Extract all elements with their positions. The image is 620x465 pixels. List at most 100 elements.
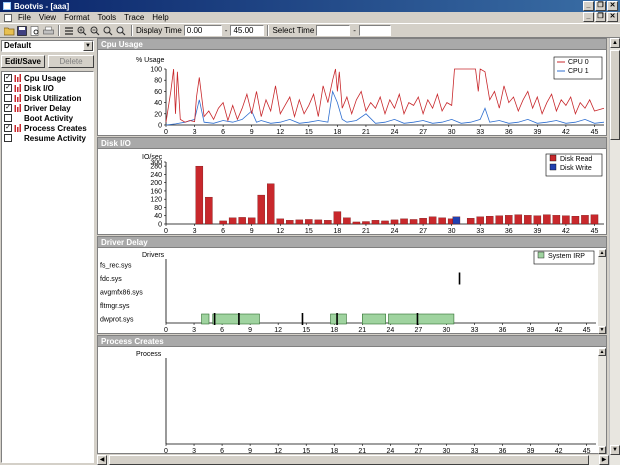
x-tick-label: 21 [358,448,366,454]
menu-bar: File View Format Tools Trace Help _ ❐ ✕ [0,12,620,23]
driver-delay-panel: Driver Delay 0 3 6 9 12 15 18 21 24 27 30 33 36 39 42 4… [97,236,607,334]
x-tick-label: 45 [591,228,599,235]
child-close-button[interactable]: ✕ [607,12,618,22]
scroll-down-icon[interactable]: ▼ [598,446,606,454]
system-irp-span [388,313,455,325]
scroll-thumb[interactable] [610,50,620,140]
scroll-down-icon[interactable]: ▼ [610,445,620,455]
print-preview-icon[interactable] [29,25,41,37]
legend-label: Disk Read [560,156,592,163]
bar-chart-icon [14,84,22,92]
disk-bar [314,219,323,225]
disk-bar [247,217,256,225]
title-bar[interactable]: Bootvis - [aaa] _ ❐ ✕ [0,0,620,12]
disk-bar [295,219,304,225]
menu-tools[interactable]: Tools [93,13,120,22]
blank-icon [14,114,22,122]
graph-list-item[interactable]: Resume Activity [2,133,93,143]
delete-button[interactable]: Delete [48,55,94,68]
x-tick-label: 12 [274,327,282,334]
select-time-from-input[interactable] [316,25,351,36]
process-creates-scrollbar[interactable]: ▲ ▼ [598,348,606,454]
graph-checkbox[interactable] [4,94,12,102]
scroll-up-icon[interactable]: ▲ [610,38,620,48]
y-tick-label: 40 [154,213,162,220]
main-vertical-scrollbar[interactable]: ▲ ▼ [609,38,620,465]
edit-save-button[interactable]: Edit/Save [1,55,45,68]
x-tick-label: 6 [220,448,224,454]
driver-delay-scrollbar[interactable]: ▲ ▼ [598,249,606,334]
menu-help[interactable]: Help [148,13,172,22]
graph-list-item[interactable]: ✓ Disk I/O [2,83,93,93]
profile-dropdown[interactable]: Default ▼ [1,40,94,52]
menu-file[interactable]: File [14,13,35,22]
scroll-up-icon[interactable]: ▲ [598,249,606,257]
menu-view[interactable]: View [35,13,60,22]
graph-checkbox[interactable]: ✓ [4,124,12,132]
graph-list-item[interactable]: ✓ Cpu Usage [2,73,93,83]
print-icon[interactable] [42,25,54,37]
restore-button[interactable]: ❐ [595,1,606,11]
graph-list-item[interactable]: Boot Activity [2,113,93,123]
window-title: Bootvis - [aaa] [14,1,70,11]
list-view-icon[interactable] [63,25,75,37]
graph-checkbox[interactable]: ✓ [4,74,12,82]
zoom-in-icon[interactable] [76,25,88,37]
disk-bar [343,217,351,225]
close-button[interactable]: ✕ [607,1,618,11]
x-tick-label: 18 [333,228,341,235]
x-tick-label: 6 [221,129,225,136]
process-creates-chart[interactable]: 0 3 6 9 12 15 18 21 24 27 30 33 36 39 42 45Process [98,348,598,454]
graph-checkbox[interactable] [4,134,12,142]
driver-delay-chart[interactable]: 0 3 6 9 12 15 18 21 24 27 30 33 36 39 42 45Driversfs_re… [98,249,598,334]
driver-delay-marker [416,313,419,325]
disk-io-chart[interactable]: 0 3 6 9 12 15 18 21 24 27 30 33 36 39 42 45040801201602… [98,150,606,235]
dropdown-arrow-icon[interactable]: ▼ [83,41,93,51]
y-tick-label: 120 [150,197,162,204]
main-horizontal-scrollbar[interactable]: ◀ ▶ [97,455,609,465]
display-time-to-input[interactable]: 45.00 [230,25,265,36]
cpu-usage-header: Cpu Usage [98,39,606,50]
process-creates-panel: Process Creates 0 3 6 9 12 15 18 21 24 27 30 33 36 39… [97,335,607,454]
y-tick-label: 40 [154,100,162,107]
child-minimize-button[interactable]: _ [583,12,594,22]
graph-list-item[interactable]: Disk Utilization [2,93,93,103]
disk-bar [205,196,213,225]
bar-chart-icon [14,104,22,112]
y-axis-label: Process [136,351,162,358]
select-time-to-input[interactable] [358,25,391,36]
select-time-label: Select Time [272,26,315,35]
zoom-reset-icon[interactable] [115,25,127,37]
cpu-usage-chart[interactable]: 0 3 6 9 12 15 18 21 24 27 30 33 36 39 42 45020406080100… [98,51,606,136]
zoom-out-icon[interactable] [89,25,101,37]
disk-bar [276,218,284,225]
menu-trace[interactable]: Trace [120,13,148,22]
document-icon[interactable] [4,13,12,22]
disk-bar [452,216,461,225]
scroll-down-icon[interactable]: ▼ [598,326,606,334]
scroll-right-icon[interactable]: ▶ [599,455,609,465]
graph-checkbox[interactable]: ✓ [4,84,12,92]
minimize-button[interactable]: _ [583,1,594,11]
scroll-up-icon[interactable]: ▲ [598,348,606,356]
graph-checkbox[interactable] [4,114,12,122]
disk-bar [505,215,513,225]
zoom-fit-icon[interactable] [102,25,114,37]
open-folder-icon[interactable] [3,25,15,37]
menu-format[interactable]: Format [60,13,93,22]
disk-bar [257,194,265,225]
save-icon[interactable] [16,25,28,37]
scroll-thumb[interactable] [109,455,589,465]
series-line [165,68,605,123]
scroll-left-icon[interactable]: ◀ [97,455,107,465]
disk-bar [371,220,380,225]
graph-list-item[interactable]: ✓ Driver Delay [2,103,93,113]
toolbar-separator [58,25,60,36]
bar-chart-icon [14,94,22,102]
child-restore-button[interactable]: ❐ [595,12,606,22]
graph-checkbox[interactable]: ✓ [4,104,12,112]
graph-list-item[interactable]: ✓ Process Creates [2,123,93,133]
display-time-from-input[interactable]: 0.00 [183,25,222,36]
y-tick-label: 200 [150,180,162,187]
y-tick-label: 0 [158,123,162,130]
